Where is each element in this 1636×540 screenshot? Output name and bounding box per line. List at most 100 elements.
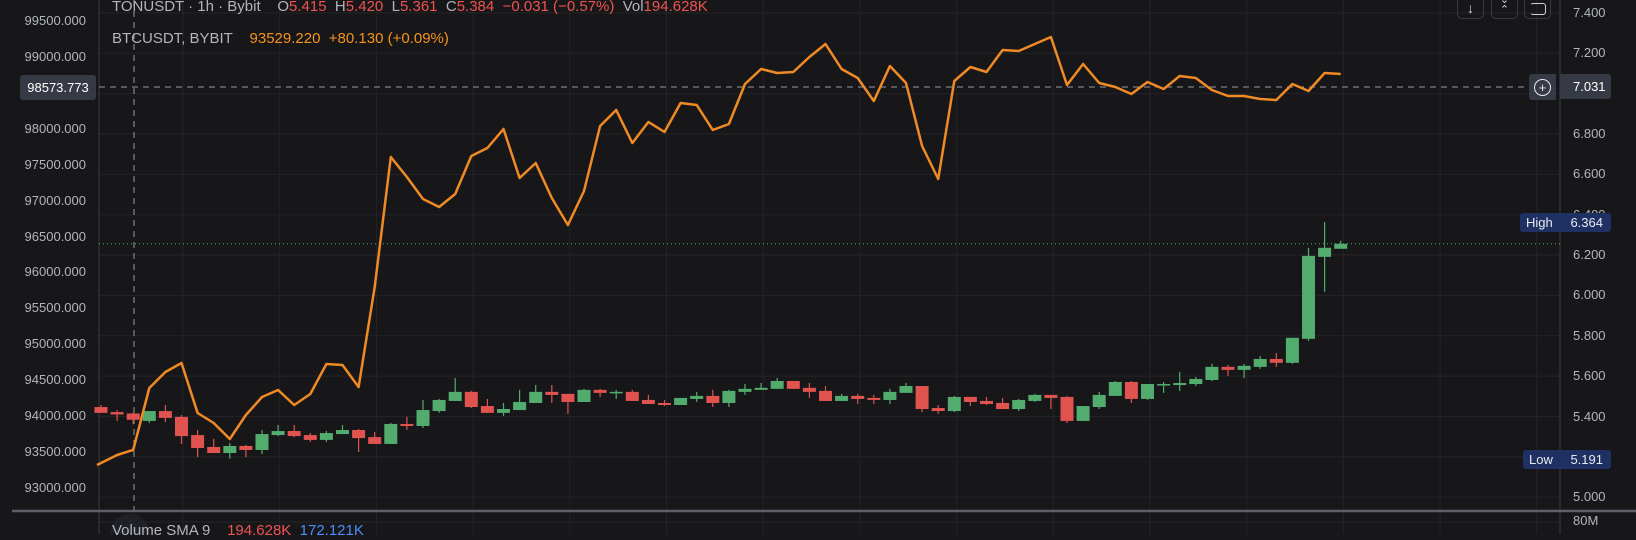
candle-body (1076, 406, 1090, 421)
candle-body (239, 445, 253, 450)
candle-body (480, 406, 494, 413)
candle (980, 396, 993, 405)
add-alert-button[interactable]: + (1529, 74, 1556, 100)
candle-body (1044, 394, 1058, 398)
candle-body (255, 434, 269, 450)
compare-symbol[interactable]: BTCUSDT, BYBIT (112, 30, 233, 47)
right-axis-tick-label: 6.800 (1573, 125, 1606, 141)
candle-body (94, 407, 108, 413)
candle (1108, 380, 1122, 396)
candle-body (1221, 366, 1235, 370)
symbol-title[interactable]: TONUSDT · 1h · Bybit (112, 0, 261, 15)
candle (851, 393, 865, 404)
candle (1012, 398, 1026, 412)
candle-body (1318, 247, 1332, 257)
price-chart[interactable] (0, 0, 1636, 534)
left-axis-tick-label: 94500.000 (24, 372, 86, 388)
candle-body (802, 387, 816, 392)
candle-body (1124, 381, 1138, 399)
candle (577, 388, 591, 402)
candle-body (400, 423, 414, 426)
left-axis-tick-label: 95000.000 (24, 336, 86, 352)
left-axis-tick-label: 97500.000 (24, 156, 86, 172)
candle (947, 395, 961, 413)
candle-body (110, 412, 124, 415)
candle-body (641, 399, 655, 404)
candle-body (432, 399, 446, 412)
candle (1189, 376, 1203, 387)
candle (110, 410, 124, 421)
candle-body (175, 416, 188, 437)
candle (368, 432, 382, 444)
close-label: C (445, 0, 457, 15)
high-label: H (334, 0, 346, 15)
left-axis-tick-label: 97000.000 (24, 192, 86, 208)
compare-change: +80.130 (+0.09%) (328, 30, 449, 47)
candle (336, 424, 349, 435)
candle (690, 391, 704, 402)
candle (915, 386, 929, 413)
candle-body (464, 391, 478, 408)
candle-body (271, 431, 285, 436)
candle (931, 404, 945, 414)
candle-body (561, 393, 575, 402)
volume-sma-value: 172.121K (299, 522, 364, 539)
candle-body (770, 380, 784, 389)
left-axis-tick-label: 96500.000 (24, 228, 86, 244)
right-axis-tick-label: 5.000 (1573, 489, 1606, 505)
candle-body (963, 396, 977, 402)
candle-body (851, 395, 865, 399)
right-axis-tick-label: 6.600 (1573, 166, 1606, 182)
candle (400, 416, 414, 431)
candle-body (158, 411, 172, 418)
candle (819, 386, 832, 401)
ton-candles (94, 221, 1348, 459)
candle (1221, 364, 1235, 376)
maximize-pane-button[interactable] (1524, 0, 1551, 19)
change-value: −0.031 (−0.57%) (502, 0, 615, 15)
candle-body (786, 380, 800, 389)
compare-legend: BTCUSDT, BYBIT 93529.220 +80.130 (+0.09%… (112, 30, 449, 48)
volume-indicator-title[interactable]: Volume SMA 9 (112, 522, 210, 539)
move-pane-down-button[interactable]: ↓ (1457, 0, 1484, 19)
high-value: 5.420 (345, 0, 384, 15)
crosshair-left-price-label: 98573.773 (20, 75, 96, 100)
candle-body (819, 390, 832, 401)
candle-body (1302, 255, 1315, 339)
plus-circle-icon: + (1534, 78, 1551, 96)
right-axis-tick-label: 7.400 (1573, 4, 1606, 20)
candle-body (1012, 399, 1026, 410)
candle (738, 384, 752, 395)
candle (561, 393, 575, 414)
candle-body (448, 391, 462, 401)
collapse-pane-button[interactable]: ⌄ ⌃ (1491, 0, 1518, 19)
low-marker-value: 5.191 (1570, 452, 1603, 467)
candle-body (529, 391, 543, 403)
close-value: 5.384 (456, 0, 495, 15)
candle (1302, 247, 1315, 341)
candle (384, 422, 398, 444)
candle (1076, 406, 1090, 421)
candle-body (1157, 384, 1171, 386)
candle (513, 389, 527, 411)
candle (1141, 384, 1154, 400)
left-axis-tick-label: 99500.000 (24, 13, 86, 28)
candle-body (947, 396, 961, 412)
candle-body (545, 391, 559, 395)
candle (641, 394, 655, 404)
candle (786, 380, 800, 389)
candle (1028, 393, 1042, 402)
volume-legend: Volume SMA 9 194.628K 172.121K (112, 522, 364, 540)
main-legend: TONUSDT · 1h · Bybit O5.415 H5.420 L5.36… (112, 0, 708, 16)
candle-body (319, 433, 333, 440)
candle (883, 388, 897, 404)
left-axis-tick-label: 96000.000 (24, 264, 86, 280)
candle (754, 383, 768, 390)
left-axis-tick-label: 99000.000 (24, 48, 86, 64)
open-label: O (277, 0, 289, 15)
candle-body (336, 430, 349, 435)
low-value: 5.361 (399, 0, 438, 15)
candle-body (899, 386, 913, 393)
candle-body (883, 391, 897, 400)
candle (1269, 352, 1283, 367)
